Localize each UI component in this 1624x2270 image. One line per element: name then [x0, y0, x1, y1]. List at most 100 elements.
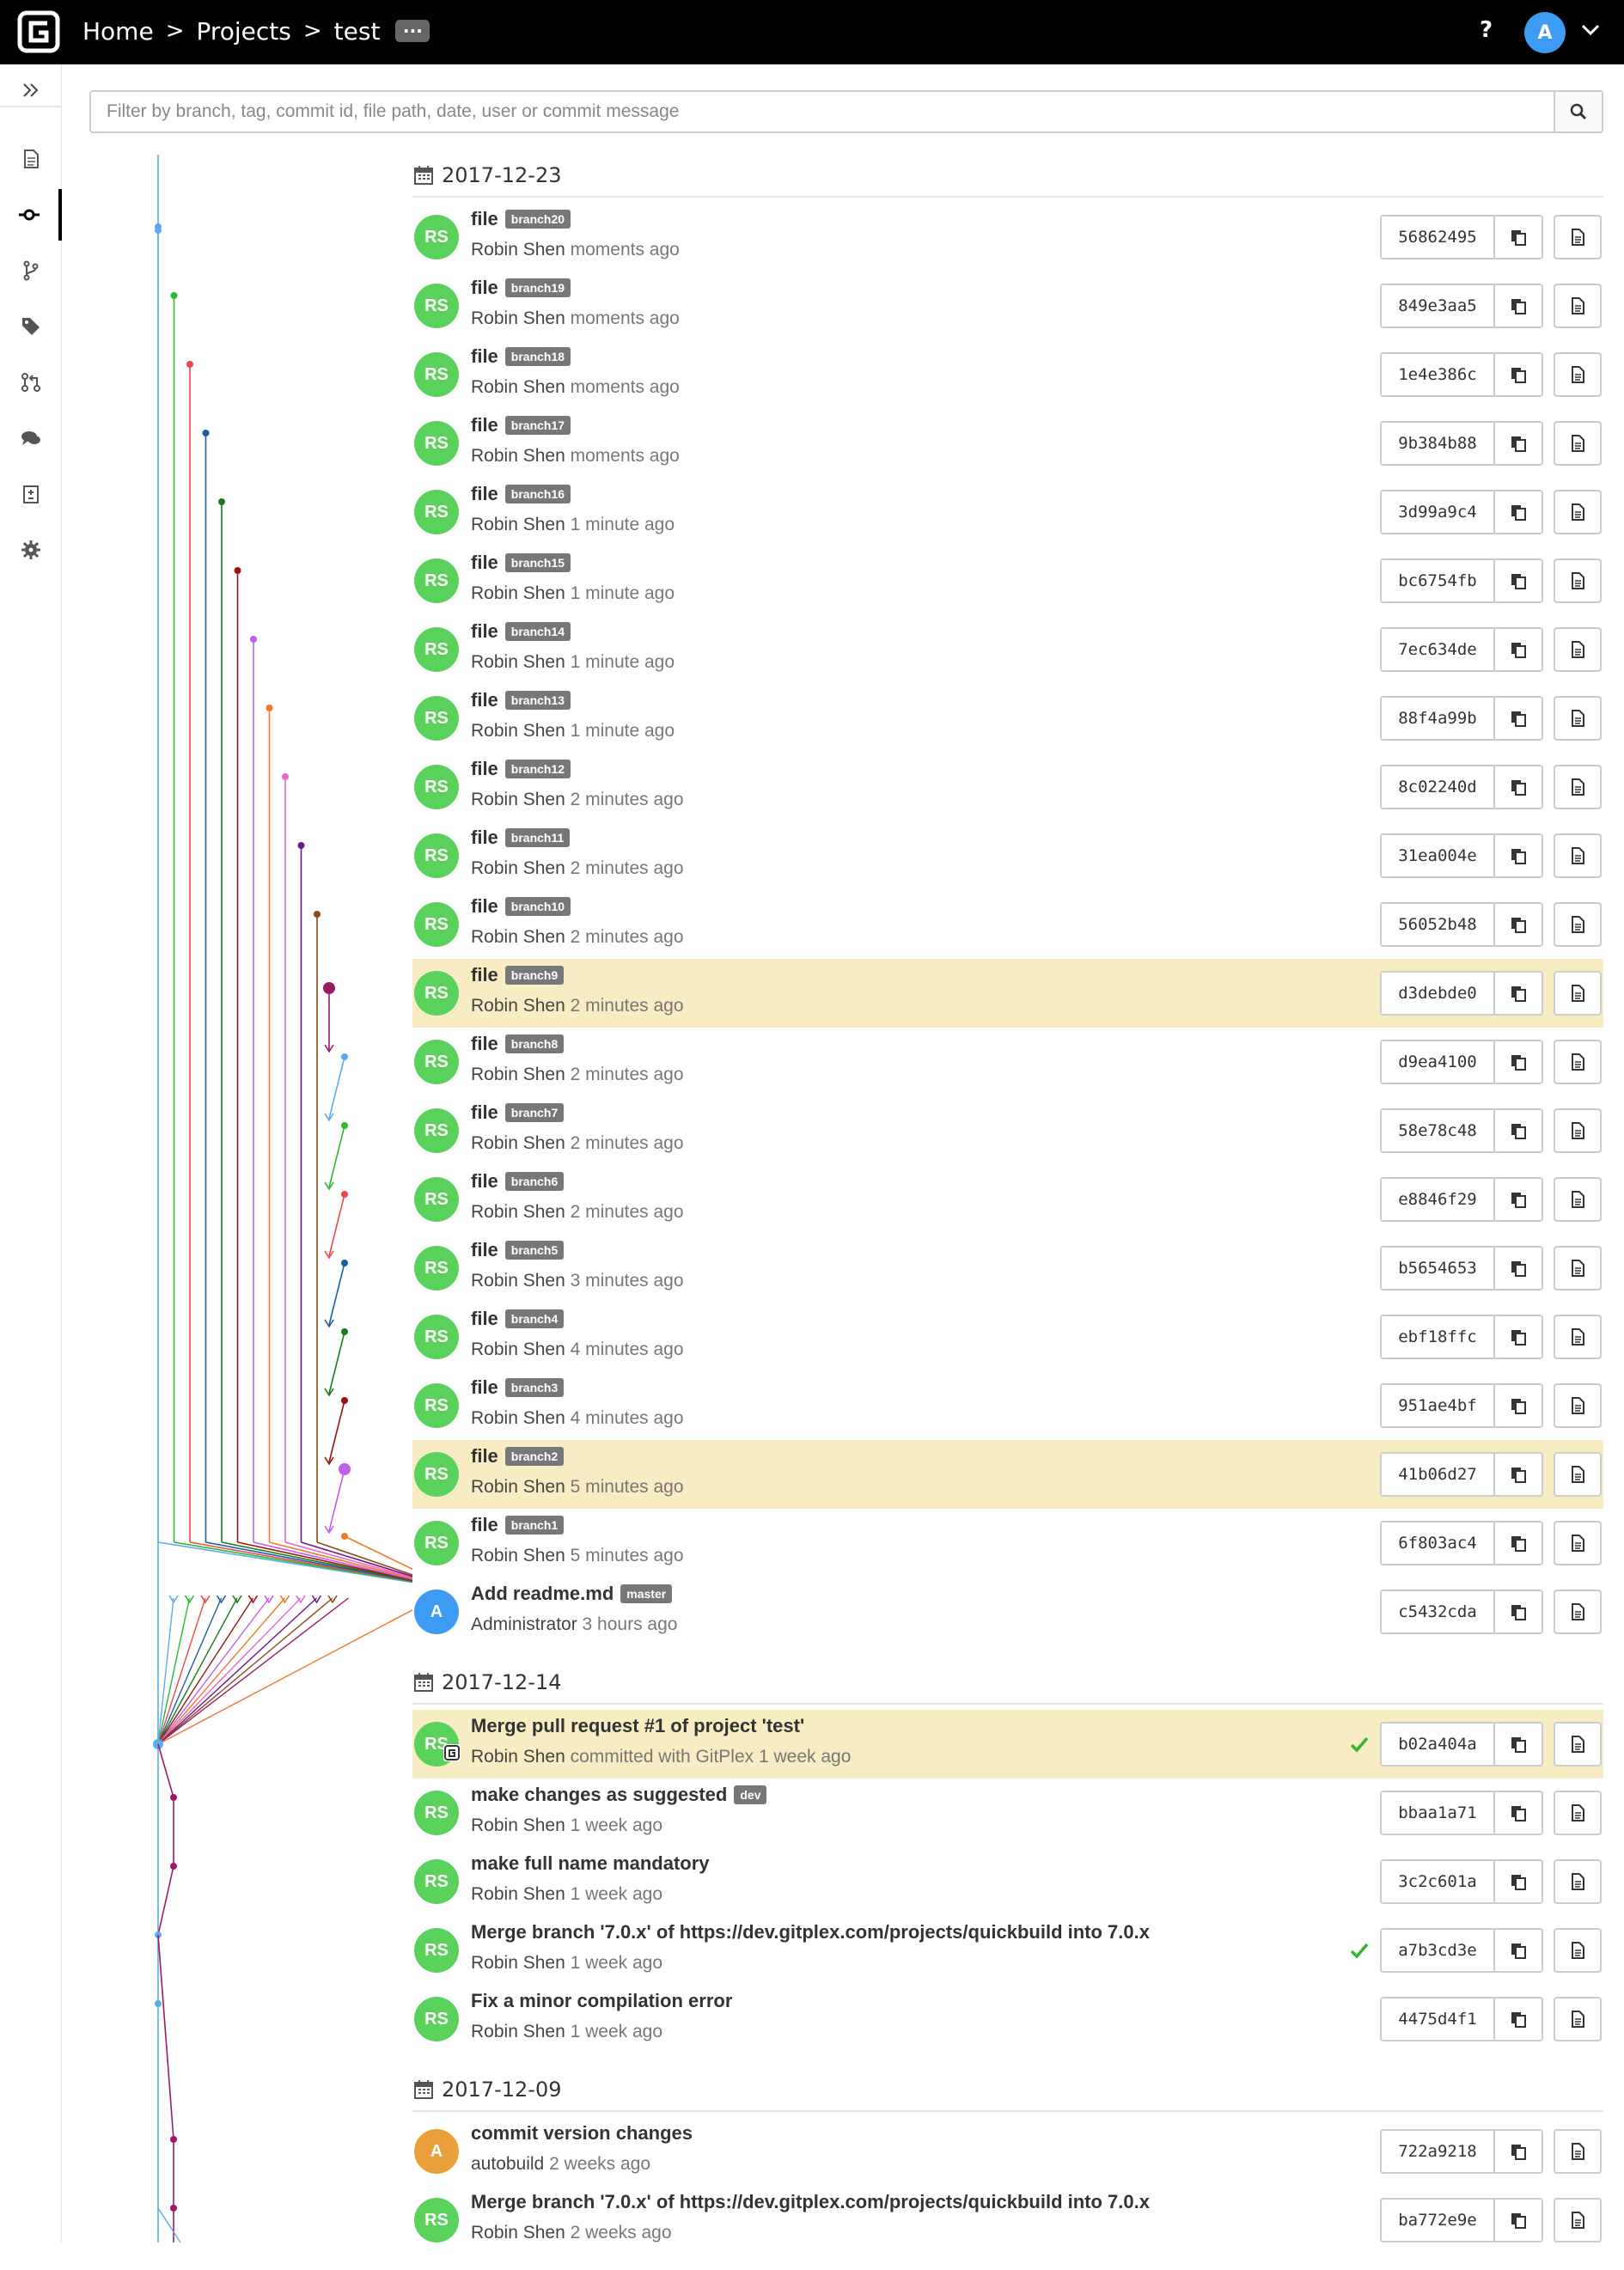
browse-files-button[interactable]: [1554, 284, 1602, 328]
commit-row[interactable]: RS file branch19 Robin Shen moments ago 849e…: [412, 272, 1603, 340]
commit-message[interactable]: Add readme.md: [471, 1583, 614, 1605]
commit-hash-button[interactable]: ba772e9e: [1380, 2198, 1495, 2243]
ref-badge[interactable]: branch9: [504, 966, 565, 985]
commit-hash-button[interactable]: ebf18ffc: [1380, 1315, 1495, 1359]
commit-hash-button[interactable]: d3debde0: [1380, 971, 1495, 1016]
copy-hash-button[interactable]: [1495, 833, 1543, 878]
help-button[interactable]: ?: [1480, 17, 1493, 43]
commit-author[interactable]: Robin Shen: [471, 1065, 565, 1084]
browse-files-button[interactable]: [1554, 627, 1602, 672]
commit-author[interactable]: Robin Shen: [471, 1884, 565, 1904]
commit-author[interactable]: Robin Shen: [471, 377, 565, 397]
commit-message[interactable]: file: [471, 620, 498, 643]
browse-files-button[interactable]: [1554, 1928, 1602, 1973]
sidebar-item-tags[interactable]: [0, 301, 62, 352]
ref-badge[interactable]: branch18: [504, 347, 571, 366]
author-avatar[interactable]: RS: [414, 1791, 459, 1835]
commit-row[interactable]: RS file branch6 Robin Shen 2 minutes ago e88…: [412, 1165, 1603, 1234]
copy-hash-button[interactable]: [1495, 490, 1543, 534]
author-avatar[interactable]: RS: [414, 558, 459, 603]
commit-author[interactable]: Robin Shen: [471, 1815, 565, 1835]
commit-hash-button[interactable]: 41b06d27: [1380, 1452, 1495, 1497]
commit-message[interactable]: Merge branch '7.0.x' of https://dev.gitp…: [471, 1921, 1150, 1944]
commit-author[interactable]: Robin Shen: [471, 583, 565, 603]
author-avatar[interactable]: RS: [414, 1928, 459, 1973]
commit-author[interactable]: Robin Shen: [471, 927, 565, 947]
copy-hash-button[interactable]: [1495, 1997, 1543, 2041]
author-avatar[interactable]: RS: [414, 490, 459, 534]
copy-hash-button[interactable]: [1495, 902, 1543, 947]
commit-author[interactable]: Robin Shen: [471, 1133, 565, 1153]
commit-hash-button[interactable]: 1e4e386c: [1380, 352, 1495, 397]
commit-message[interactable]: file: [471, 483, 498, 505]
author-avatar[interactable]: A: [414, 1590, 459, 1634]
ref-badge[interactable]: branch1: [504, 1516, 565, 1535]
author-avatar[interactable]: RS: [414, 765, 459, 809]
commit-hash-button[interactable]: 8c02240d: [1380, 765, 1495, 809]
browse-files-button[interactable]: [1554, 1997, 1602, 2041]
browse-files-button[interactable]: [1554, 2198, 1602, 2243]
copy-hash-button[interactable]: [1495, 2129, 1543, 2174]
commit-hash-button[interactable]: 9b384b88: [1380, 421, 1495, 466]
commit-row[interactable]: RS file branch17 Robin Shen moments ago 9b38…: [412, 409, 1603, 478]
gitplex-logo[interactable]: [17, 10, 60, 53]
commit-row[interactable]: RS file branch14 Robin Shen 1 minute ago 7ec…: [412, 615, 1603, 684]
commit-hash-button[interactable]: 58e78c48: [1380, 1108, 1495, 1153]
copy-hash-button[interactable]: [1495, 1108, 1543, 1153]
commit-message[interactable]: file: [471, 1445, 498, 1468]
commit-author[interactable]: Robin Shen: [471, 2022, 565, 2041]
browse-files-button[interactable]: [1554, 558, 1602, 603]
author-avatar[interactable]: RS: [414, 696, 459, 741]
browse-files-button[interactable]: [1554, 765, 1602, 809]
browse-files-button[interactable]: [1554, 971, 1602, 1016]
commit-author[interactable]: Robin Shen: [471, 1953, 565, 1973]
commit-message[interactable]: file: [471, 1514, 498, 1536]
ref-badge[interactable]: branch12: [504, 760, 571, 778]
author-avatar[interactable]: RS: [414, 1997, 459, 2041]
browse-files-button[interactable]: [1554, 215, 1602, 259]
browse-files-button[interactable]: [1554, 1040, 1602, 1084]
commit-hash-button[interactable]: 6f803ac4: [1380, 1521, 1495, 1565]
sidebar-item-commits[interactable]: [0, 189, 62, 241]
commit-author[interactable]: Robin Shen: [471, 790, 565, 809]
commit-hash-button[interactable]: c5432cda: [1380, 1590, 1495, 1634]
ref-badge[interactable]: branch14: [504, 622, 571, 641]
commit-hash-button[interactable]: 4475d4f1: [1380, 1997, 1495, 2041]
browse-files-button[interactable]: [1554, 1108, 1602, 1153]
ref-badge[interactable]: branch7: [504, 1103, 565, 1122]
browse-files-button[interactable]: [1554, 1521, 1602, 1565]
author-avatar[interactable]: RS: [414, 1859, 459, 1904]
commit-hash-button[interactable]: 722a9218: [1380, 2129, 1495, 2174]
commit-row[interactable]: RS Fix a minor compilation error Robin She…: [412, 1985, 1603, 2053]
copy-hash-button[interactable]: [1495, 1452, 1543, 1497]
commit-message[interactable]: file: [471, 964, 498, 986]
ref-badge[interactable]: branch13: [504, 691, 571, 710]
ref-badge[interactable]: branch11: [504, 828, 571, 847]
commit-message[interactable]: file: [471, 1239, 498, 1261]
sidebar-item-pull-requests[interactable]: [0, 357, 62, 408]
ref-badge[interactable]: branch6: [504, 1172, 565, 1191]
commit-message[interactable]: Fix a minor compilation error: [471, 1990, 732, 2012]
copy-hash-button[interactable]: [1495, 558, 1543, 603]
commit-row[interactable]: RS file branch9 Robin Shen 2 minutes ago d3d…: [412, 959, 1603, 1028]
commit-hash-button[interactable]: e8846f29: [1380, 1177, 1495, 1222]
commit-row[interactable]: RS file branch13 Robin Shen 1 minute ago 88f…: [412, 684, 1603, 753]
commit-hash-button[interactable]: 849e3aa5: [1380, 284, 1495, 328]
commit-hash-button[interactable]: a7b3cd3e: [1380, 1928, 1495, 1973]
copy-hash-button[interactable]: [1495, 765, 1543, 809]
commit-author[interactable]: Robin Shen: [471, 446, 565, 466]
commit-message[interactable]: file: [471, 1170, 498, 1193]
commit-hash-button[interactable]: 88f4a99b: [1380, 696, 1495, 741]
commit-row[interactable]: RS file branch2 Robin Shen 5 minutes ago 41b…: [412, 1440, 1603, 1509]
commit-message[interactable]: file: [471, 552, 498, 574]
graph-node[interactable]: [155, 227, 162, 234]
commit-hash-button[interactable]: 7ec634de: [1380, 627, 1495, 672]
commit-message[interactable]: commit version changes: [471, 2122, 693, 2145]
commit-author[interactable]: Robin Shen: [471, 1271, 565, 1291]
author-avatar[interactable]: RS: [414, 902, 459, 947]
browse-files-button[interactable]: [1554, 1246, 1602, 1291]
sidebar-toggle[interactable]: [0, 64, 62, 116]
ref-badge[interactable]: branch15: [504, 553, 571, 572]
graph-node[interactable]: [170, 2205, 177, 2212]
commit-author[interactable]: Robin Shen: [471, 1408, 565, 1428]
